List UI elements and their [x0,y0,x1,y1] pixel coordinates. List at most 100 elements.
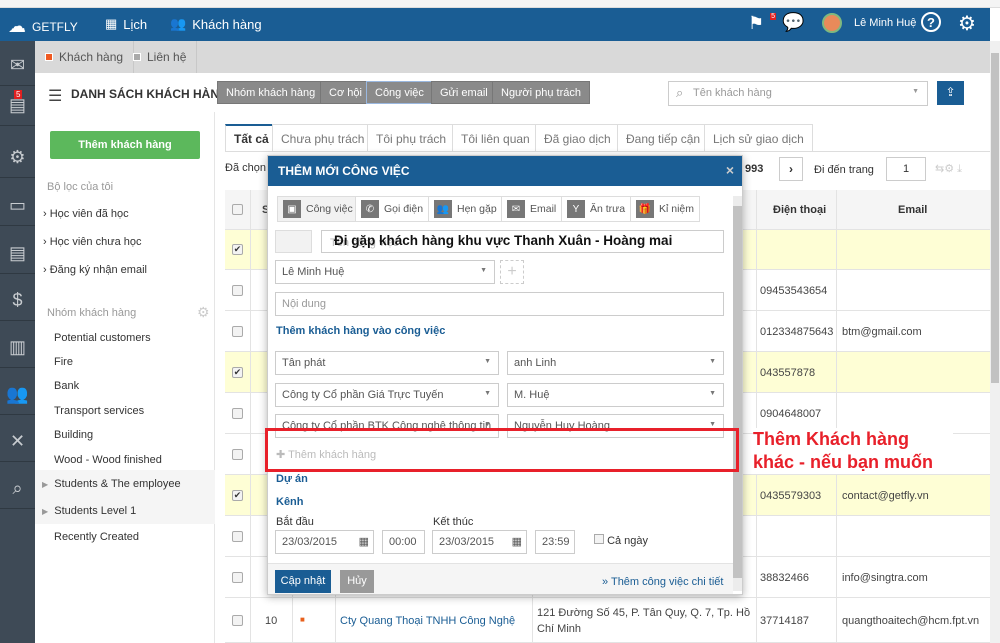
customer-select[interactable]: Công ty Cổ phần Giá Trực Tuyến [275,383,499,407]
people-icon[interactable]: 👥 [0,375,35,415]
add-assignee-icon[interactable]: + [500,260,524,284]
tab-mine[interactable]: Tôi phụ trách [367,124,456,152]
row-checkbox[interactable]: ✔ [232,244,243,255]
type-email[interactable]: ✉ Email [501,196,563,222]
row-checkbox[interactable] [232,449,243,460]
type-anniversary[interactable]: 🎁 Kỉ niệm [630,196,701,222]
row-checkbox[interactable] [232,326,243,337]
settings-icon[interactable]: ⇆⚙ ⤓ [935,162,962,176]
calendar-icon[interactable]: ▦ [512,535,522,548]
project-label[interactable]: Dự án [276,473,308,485]
group-item[interactable]: ▶ Students & The employee [42,478,222,490]
nav-calendar[interactable]: ▦ Lịch [105,16,147,32]
type-lunch[interactable]: Y Ăn trưa [561,196,632,222]
row-checkbox[interactable]: ✔ [232,367,243,378]
row-checkbox[interactable] [232,531,243,542]
presentation-icon[interactable]: ▭ [0,186,35,226]
assignee-button[interactable]: Người phụ trách [492,81,591,104]
row-checkbox[interactable] [232,285,243,296]
type-call[interactable]: ✆ Gọi điện [355,196,430,222]
contact-select[interactable]: anh Linh [507,351,724,375]
user-menu[interactable]: Lê Minh Huệ [822,13,916,33]
group-item[interactable]: ▶ Students Level 1 [42,505,222,517]
assignee-select[interactable]: Lê Minh Huệ [275,260,495,284]
customer-group-button[interactable]: Nhóm khách hàng [217,81,325,104]
tab-history[interactable]: Lịch sử giao dịch [704,124,813,152]
browser-strip [0,0,1000,8]
contact-select[interactable]: M. Huệ [507,383,724,407]
group-item[interactable]: Transport services [54,405,234,417]
tab-unassigned[interactable]: Chưa phụ trách [272,124,374,152]
type-task[interactable]: ▣ Công việc [277,196,359,222]
next-page-button[interactable]: › [779,157,803,181]
opportunity-button[interactable]: Cơ hội [320,81,371,104]
tab-related[interactable]: Tôi liên quan [452,124,539,152]
calendar-icon[interactable]: ▦ [359,535,369,548]
library-icon[interactable]: ▥ [0,328,35,368]
upload-icon[interactable]: ⇪ [937,81,964,105]
tab-traded[interactable]: Đã giao dịch [535,124,620,152]
row-checkbox[interactable]: ✔ [232,490,243,501]
gear-icon[interactable]: ⚙ [197,304,210,321]
end-time-input[interactable]: 23:59 [535,530,575,554]
brand-logo[interactable]: ☁ GETFLY [8,16,78,37]
nav-customers[interactable]: 👥 Khách hàng [170,16,262,32]
subtab-customers[interactable]: Khách hàng [35,41,135,73]
gear-icon[interactable]: ⚙ [958,11,976,36]
cancel-button[interactable]: Hủy [340,570,374,593]
send-email-button[interactable]: Gửi email [431,81,497,104]
gift-icon: 🎁 [636,200,654,218]
group-item[interactable]: Building [54,429,234,441]
save-button[interactable]: Cập nhật [275,570,331,593]
row-checkbox[interactable] [232,615,243,626]
table-row[interactable]: 10 ■ Cty Quang Thoại TNHH Công Nghệ 121 Đườ… [225,598,990,643]
task-detail-link[interactable]: » Thêm công việc chi tiết [602,576,723,588]
tab-all[interactable]: Tất cả [225,124,278,152]
group-item[interactable]: Wood - Wood finished [54,454,234,466]
filter-item[interactable]: › Học viên đã học [43,208,223,220]
page-scrollbar[interactable] [990,41,1000,643]
add-customer-button[interactable]: Thêm khách hàng [50,131,200,159]
start-date-input[interactable]: 23/03/2015 ▦ [275,530,374,554]
workflow-icon[interactable]: ⚙ [0,138,35,178]
phone: 09453543654 [760,285,828,297]
chat-icon[interactable]: 💬 [782,12,804,33]
all-day-checkbox[interactable]: Cả ngày [594,534,648,547]
group-item[interactable]: Bank [54,380,234,392]
money-bag-icon[interactable]: $ [0,281,35,321]
help-icon[interactable]: ? [921,12,941,32]
select-all-checkbox[interactable] [232,204,243,215]
customer-name-link[interactable]: Cty Quang Thoại TNHH Công Nghệ [340,615,515,627]
task-button[interactable]: Công việc [366,81,433,104]
network-icon[interactable]: ✕ [0,422,35,462]
group-item[interactable]: Fire [54,356,234,368]
phone: 043557878 [760,367,816,379]
filter-item[interactable]: › Học viên chưa học [43,236,223,248]
channel-label[interactable]: Kênh [276,496,304,508]
modal-scrollbar[interactable] [733,196,742,591]
mail-icon[interactable]: ✉ [0,46,35,86]
customer-select[interactable]: Tân phát [275,351,499,375]
flag-icon[interactable]: ⚑ 5 [748,13,777,34]
customer-search-input[interactable]: ⌕ Tên khách hàng ▼ [668,81,928,106]
briefcase-icon: ▣ [283,200,301,218]
content-input[interactable]: Nội dung [275,292,724,316]
tab-approaching[interactable]: Đang tiếp cận [617,124,710,152]
end-date-input[interactable]: 23/03/2015 ▦ [432,530,527,554]
menu-icon[interactable]: ☰ [48,86,62,106]
row-checkbox[interactable] [232,572,243,583]
group-item[interactable]: Potential customers [54,332,234,344]
type-meeting[interactable]: 👥 Hẹn gặp [428,196,503,222]
task-color-picker[interactable] [275,230,312,253]
form-icon[interactable]: ▤ [0,234,35,274]
group-item[interactable]: Recently Created [54,531,234,543]
row-checkbox[interactable] [232,408,243,419]
subtab-contacts[interactable]: Liên hệ [123,41,198,73]
task-name-input[interactable]: Tên công việc Đi gặp khách hàng khu vực … [321,230,724,253]
start-time-input[interactable]: 00:00 [382,530,425,554]
close-icon[interactable]: × [726,162,734,178]
page-input[interactable]: 1 [886,157,926,181]
tasks-icon[interactable]: ▤ 5 [0,86,35,126]
search-icon[interactable]: ⌕ [0,469,35,509]
filter-item[interactable]: › Đăng ký nhận email [43,264,223,276]
